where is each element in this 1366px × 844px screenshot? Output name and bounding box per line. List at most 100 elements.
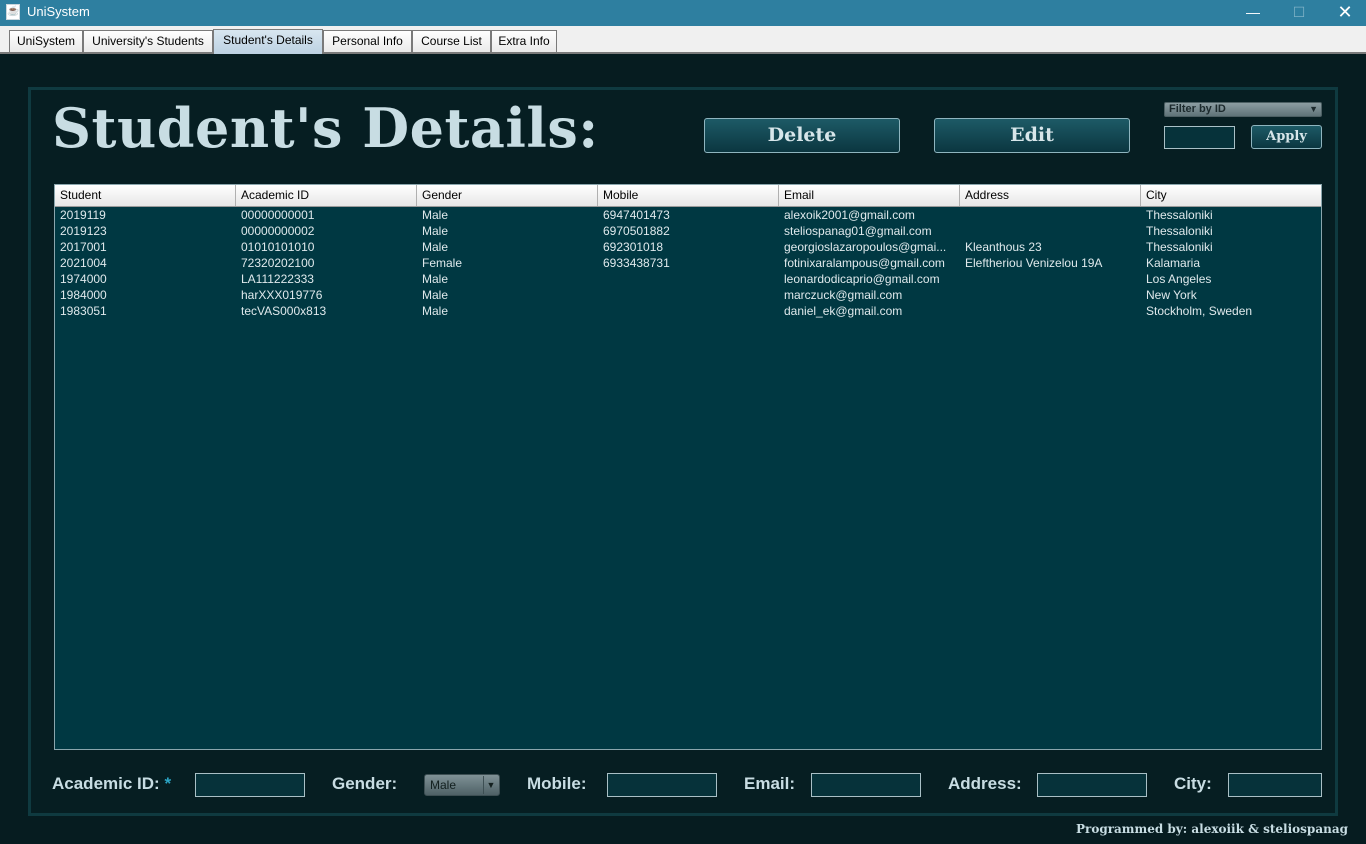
cell-mobile[interactable]: 6933438731	[598, 255, 779, 271]
column-header-address[interactable]: Address	[960, 185, 1141, 206]
apply-button[interactable]: Apply	[1251, 125, 1322, 149]
cell-email[interactable]: georgioslazaropoulos@gmai...	[779, 239, 960, 255]
city-label: City:	[1174, 774, 1212, 793]
cell-academic-id[interactable]: harXXX019776	[236, 287, 417, 303]
table-row[interactable]: 1983051 tecVAS000x813 Male daniel_ek@gmail.…	[55, 303, 1321, 319]
tab-universitys-students[interactable]: University's Students	[83, 30, 213, 52]
cell-address[interactable]	[960, 303, 1141, 319]
column-header-academic-id[interactable]: Academic ID	[236, 185, 417, 206]
table-row[interactable]: 2017001 01010101010 Male 692301018 georgiosl…	[55, 239, 1321, 255]
cell-city[interactable]: New York	[1141, 287, 1321, 303]
cell-city[interactable]: Kalamaria	[1141, 255, 1321, 271]
column-header-student[interactable]: Student	[55, 185, 236, 206]
cell-student[interactable]: 1974000	[55, 271, 236, 287]
cell-address[interactable]	[960, 287, 1141, 303]
cell-mobile[interactable]	[598, 287, 779, 303]
cell-city[interactable]: Los Angeles	[1141, 271, 1321, 287]
table-row[interactable]: 1984000 harXXX019776 Male marczuck@gmail.co…	[55, 287, 1321, 303]
cell-student[interactable]: 1983051	[55, 303, 236, 319]
cell-address[interactable]	[960, 207, 1141, 223]
academic-id-label: Academic ID: *	[52, 774, 171, 796]
tab-strip: UniSystem University's Students Student'…	[0, 26, 1366, 54]
filter-dropdown[interactable]: Filter by ID ▼	[1164, 102, 1322, 117]
cell-academic-id[interactable]: 72320202100	[236, 255, 417, 271]
cell-mobile[interactable]	[598, 303, 779, 319]
column-header-email[interactable]: Email	[779, 185, 960, 206]
cell-address[interactable]	[960, 271, 1141, 287]
cell-email[interactable]: alexoik2001@gmail.com	[779, 207, 960, 223]
cell-academic-id[interactable]: 00000000001	[236, 207, 417, 223]
gender-dropdown-value: Male	[430, 778, 457, 792]
gender-dropdown[interactable]: Male ▼	[424, 774, 500, 796]
city-field[interactable]	[1228, 773, 1322, 797]
cell-city[interactable]: Thessaloniki	[1141, 223, 1321, 239]
cell-student[interactable]: 1984000	[55, 287, 236, 303]
cell-gender[interactable]: Female	[417, 255, 598, 271]
table-row[interactable]: 2019123 00000000002 Male 6970501882 steliosp…	[55, 223, 1321, 239]
table-row[interactable]: 2019119 00000000001 Male 6947401473 alexoik2…	[55, 207, 1321, 223]
tab-students-details[interactable]: Student's Details	[213, 29, 323, 54]
cell-academic-id[interactable]: tecVAS000x813	[236, 303, 417, 319]
cell-email[interactable]: marczuck@gmail.com	[779, 287, 960, 303]
filter-input[interactable]	[1164, 126, 1235, 149]
cell-student[interactable]: 2021004	[55, 255, 236, 271]
delete-button[interactable]: Delete	[704, 118, 900, 153]
students-table[interactable]: Student Academic ID Gender Mobile Email …	[54, 184, 1322, 750]
cell-gender[interactable]: Male	[417, 239, 598, 255]
cell-address[interactable]: Kleanthous 23	[960, 239, 1141, 255]
cell-address[interactable]: Eleftheriou Venizelou 19A	[960, 255, 1141, 271]
cell-email[interactable]: fotinixaralampous@gmail.com	[779, 255, 960, 271]
cell-mobile[interactable]: 6970501882	[598, 223, 779, 239]
cell-mobile[interactable]	[598, 271, 779, 287]
cell-academic-id[interactable]: 00000000002	[236, 223, 417, 239]
java-app-icon: ☕	[6, 4, 20, 20]
page-title: Student's Details:	[52, 96, 599, 160]
cell-gender[interactable]: Male	[417, 223, 598, 239]
cell-email[interactable]: leonardodicaprio@gmail.com	[779, 271, 960, 287]
column-header-city[interactable]: City	[1141, 185, 1321, 206]
cell-academic-id[interactable]: 01010101010	[236, 239, 417, 255]
cell-academic-id[interactable]: LA111222333	[236, 271, 417, 287]
minimize-button[interactable]: —	[1230, 0, 1276, 26]
cell-city[interactable]: Thessaloniki	[1141, 207, 1321, 223]
cell-mobile[interactable]: 692301018	[598, 239, 779, 255]
credit-text: Programmed by: alexoiik & steliospanag	[1075, 822, 1348, 836]
cell-gender[interactable]: Male	[417, 287, 598, 303]
mobile-field[interactable]	[607, 773, 717, 797]
table-header: Student Academic ID Gender Mobile Email …	[55, 185, 1321, 207]
cell-city[interactable]: Stockholm, Sweden	[1141, 303, 1321, 319]
edit-button[interactable]: Edit	[934, 118, 1130, 153]
cell-gender[interactable]: Male	[417, 303, 598, 319]
chevron-down-icon: ▼	[1309, 104, 1318, 114]
email-label: Email:	[744, 774, 796, 793]
cell-student[interactable]: 2017001	[55, 239, 236, 255]
cell-student[interactable]: 2019123	[55, 223, 236, 239]
chevron-down-icon: ▼	[483, 776, 498, 794]
tab-unisystem[interactable]: UniSystem	[9, 30, 83, 52]
column-header-mobile[interactable]: Mobile	[598, 185, 779, 206]
gender-label: Gender:	[332, 774, 398, 793]
close-button[interactable]: ✕	[1322, 0, 1366, 26]
title-bar: ☕ UniSystem — ☐ ✕	[0, 0, 1366, 26]
required-mark: *	[164, 774, 172, 793]
cell-email[interactable]: steliospanag01@gmail.com	[779, 223, 960, 239]
cell-mobile[interactable]: 6947401473	[598, 207, 779, 223]
column-header-gender[interactable]: Gender	[417, 185, 598, 206]
maximize-button[interactable]: ☐	[1276, 0, 1322, 26]
address-field[interactable]	[1037, 773, 1147, 797]
academic-id-label-text: Academic ID:	[52, 774, 160, 793]
cell-email[interactable]: daniel_ek@gmail.com	[779, 303, 960, 319]
email-field[interactable]	[811, 773, 921, 797]
cell-city[interactable]: Thessaloniki	[1141, 239, 1321, 255]
window-title: UniSystem	[27, 4, 90, 19]
tab-course-list[interactable]: Course List	[412, 30, 491, 52]
cell-gender[interactable]: Male	[417, 271, 598, 287]
cell-gender[interactable]: Male	[417, 207, 598, 223]
table-row[interactable]: 1974000 LA111222333 Male leonardodicaprio@g…	[55, 271, 1321, 287]
table-row[interactable]: 2021004 72320202100 Female 6933438731 fotini…	[55, 255, 1321, 271]
academic-id-field[interactable]	[195, 773, 305, 797]
cell-student[interactable]: 2019119	[55, 207, 236, 223]
tab-extra-info[interactable]: Extra Info	[491, 30, 557, 52]
tab-personal-info[interactable]: Personal Info	[323, 30, 412, 52]
cell-address[interactable]	[960, 223, 1141, 239]
